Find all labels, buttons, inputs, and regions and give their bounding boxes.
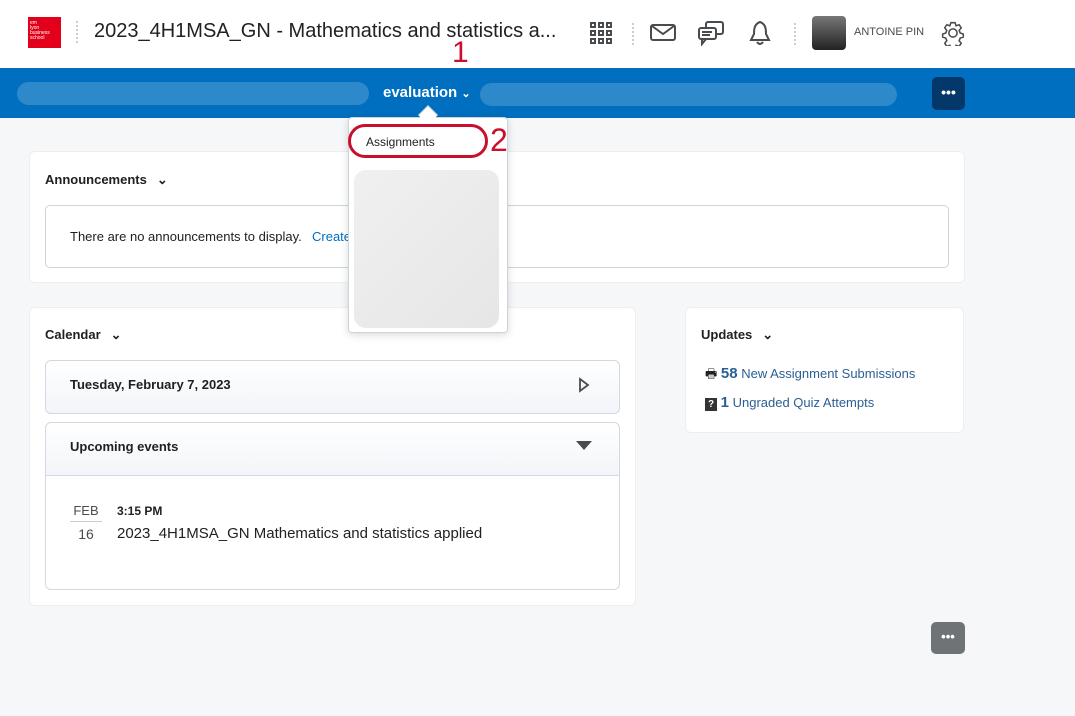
update-item-submissions[interactable]: 🖶 58 New Assignment Submissions [705, 365, 915, 387]
upcoming-events-panel: Upcoming events FEB 16 3:15 PM 2023_4H1M… [45, 422, 620, 590]
page-more-button[interactable]: ••• [931, 622, 965, 654]
announcements-title-text: Announcements [45, 172, 147, 187]
calendar-widget: Calendar ⌄ Tuesday, February 7, 2023 Upco… [29, 307, 636, 606]
mail-icon[interactable] [650, 23, 676, 43]
updates-title[interactable]: Updates ⌄ [701, 327, 773, 343]
upcoming-events-title: Upcoming events [70, 439, 179, 454]
chat-icon[interactable] [697, 20, 725, 46]
chevron-down-icon[interactable]: ⌄ [762, 327, 773, 343]
nav-evaluation-label: evaluation [383, 84, 458, 101]
update-item-quiz[interactable]: ? 1 Ungraded Quiz Attempts [705, 394, 874, 411]
event-name[interactable]: 2023_4H1MSA_GN Mathematics and statistic… [117, 525, 482, 542]
submissions-count: 58 [720, 365, 738, 382]
annotation-highlight [348, 124, 488, 158]
divider [794, 23, 796, 45]
submissions-label: New Assignment Submissions [741, 366, 916, 381]
upcoming-events-header[interactable]: Upcoming events [46, 423, 619, 476]
school-logo[interactable]: em lyon business school [28, 17, 61, 48]
avatar[interactable] [812, 16, 846, 50]
app-grid-icon[interactable] [589, 21, 613, 45]
annotation-step-1: 1 [452, 36, 469, 69]
divider [76, 21, 78, 43]
gear-icon[interactable] [940, 20, 966, 46]
updates-widget: Updates ⌄ 🖶 58 New Assignment Submissions… [685, 307, 964, 433]
user-name[interactable]: ANTOINE PIN [854, 26, 924, 38]
chevron-down-icon[interactable]: ⌄ [111, 327, 122, 343]
divider [632, 23, 634, 45]
updates-title-text: Updates [701, 327, 753, 342]
event-day: 16 [78, 526, 94, 542]
create-announcement-link[interactable]: Create [312, 229, 351, 244]
event-month: FEB [70, 503, 102, 522]
annotation-step-2: 2 [490, 122, 508, 158]
quiz-count: 1 [720, 394, 729, 411]
current-date: Tuesday, February 7, 2023 [70, 377, 231, 392]
event-date-badge: FEB 16 [70, 503, 102, 542]
blurred-menu-items [354, 170, 499, 328]
inbox-icon: 🖶 [705, 366, 718, 381]
top-header: em lyon business school 2023_4H1MSA_GN - Ma… [0, 0, 1075, 68]
course-navbar: ••• [0, 68, 1075, 118]
calendar-title-text: Calendar [45, 327, 101, 342]
course-title[interactable]: 2023_4H1MSA_GN - Mathematics and statist… [94, 20, 556, 43]
calendar-date-bar: Tuesday, February 7, 2023 [45, 360, 620, 414]
calendar-title[interactable]: Calendar ⌄ [45, 327, 122, 343]
nav-item-blurred[interactable] [17, 82, 369, 105]
nav-item-blurred[interactable] [480, 83, 897, 106]
nav-evaluation-dropdown[interactable]: evaluation ⌄ [383, 84, 471, 101]
chevron-down-icon[interactable]: ⌄ [157, 172, 168, 188]
announcements-title[interactable]: Announcements ⌄ [45, 172, 168, 188]
question-icon: ? [705, 398, 717, 411]
nav-more-button[interactable]: ••• [932, 77, 965, 110]
caret-down-icon[interactable] [576, 441, 592, 451]
quiz-label: Ungraded Quiz Attempts [732, 395, 875, 410]
play-right-icon[interactable] [578, 377, 590, 393]
event-time: 3:15 PM [117, 504, 163, 518]
empty-message: There are no announcements to display. [70, 229, 302, 244]
chevron-down-icon: ⌄ [461, 88, 471, 100]
bell-icon[interactable] [748, 20, 772, 46]
